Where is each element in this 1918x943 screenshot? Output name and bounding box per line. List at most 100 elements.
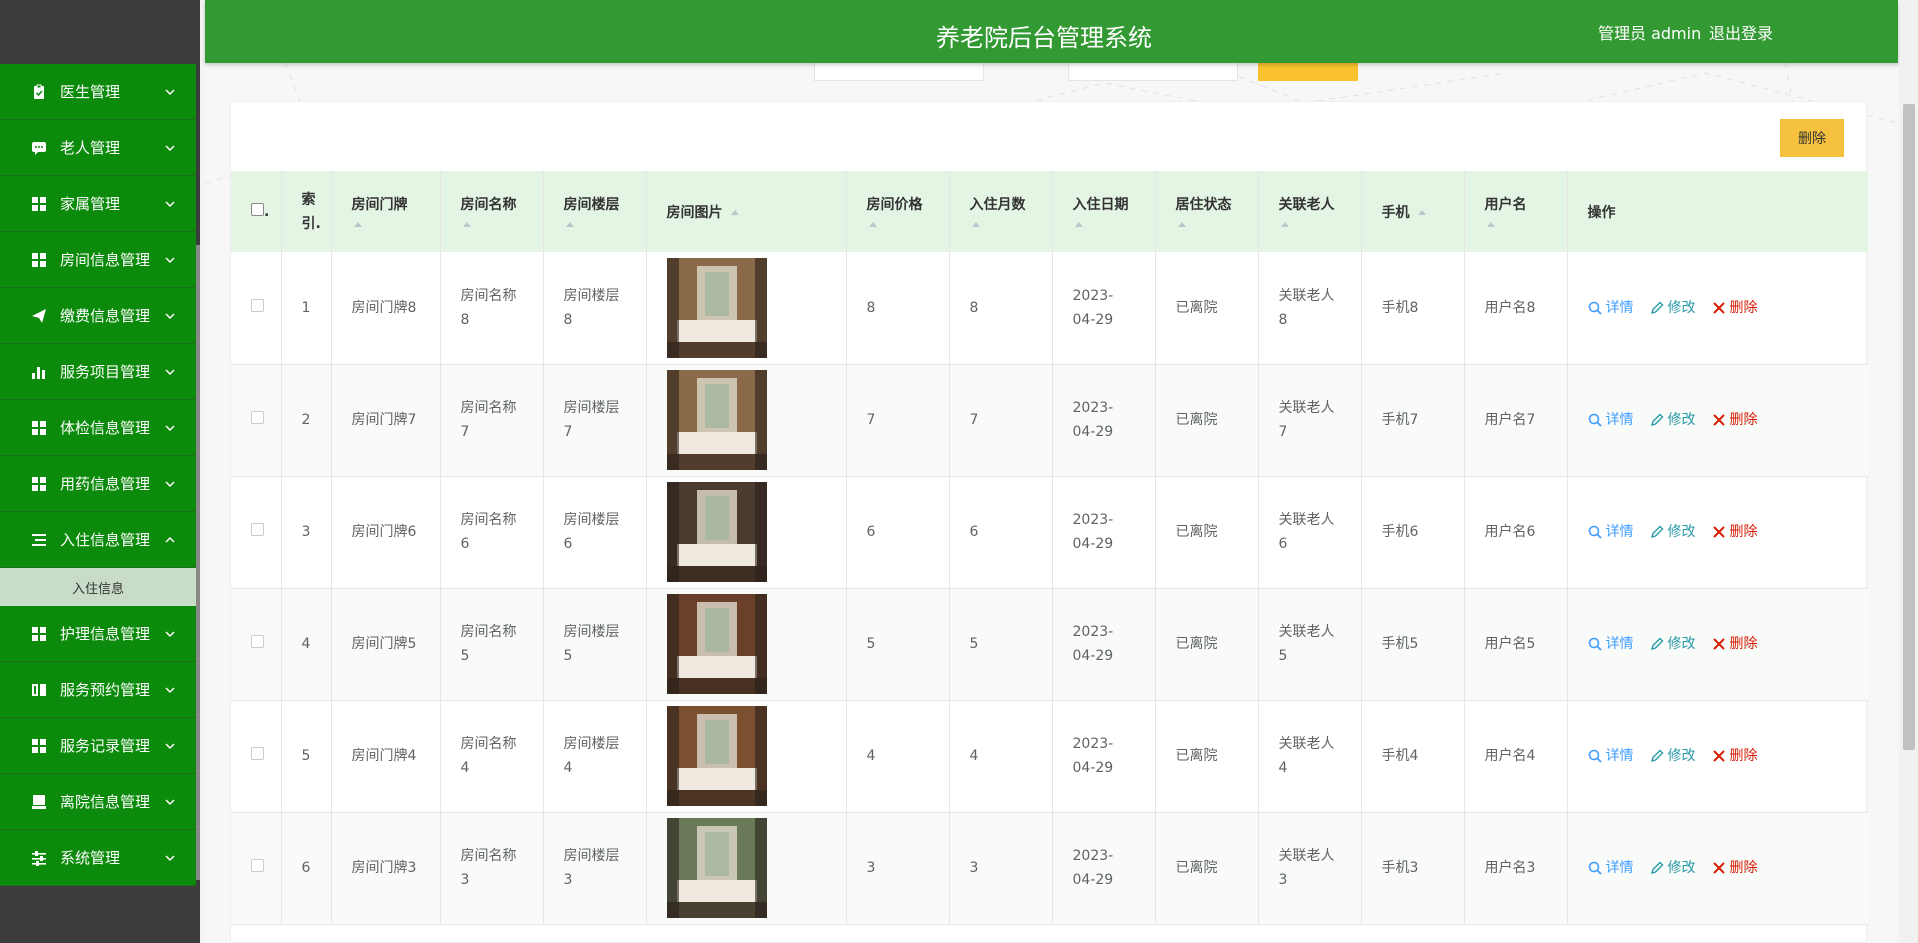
row-checkbox[interactable]: [251, 747, 264, 760]
months-cell: 4: [949, 700, 1053, 813]
room-photo[interactable]: [666, 257, 767, 358]
months-cell: 8: [949, 252, 1053, 365]
sidebar-item[interactable]: 护理信息管理: [0, 606, 196, 662]
header-price[interactable]: 房间价格: [846, 171, 950, 252]
sidebar-item[interactable]: 老人管理: [0, 120, 196, 176]
detail-button[interactable]: 详情: [1588, 632, 1634, 656]
sidebar-item[interactable]: 房间信息管理: [0, 232, 196, 288]
room-photo[interactable]: [666, 594, 767, 694]
sort-icon[interactable]: [970, 220, 982, 230]
select-cell[interactable]: [231, 700, 282, 813]
row-checkbox[interactable]: [251, 523, 264, 536]
table-row[interactable]: 1 房间门牌8 房间名称8 房间楼层8 8 8 2023-04-29 已离院 关联老人8 手机8 用…: [231, 252, 1868, 365]
sidebar-item[interactable]: 体检信息管理: [0, 400, 196, 456]
chevron-down-icon: [165, 200, 175, 207]
delete-button[interactable]: 删除: [1712, 296, 1758, 320]
username-cell: 用户名4: [1464, 700, 1568, 813]
room-photo[interactable]: [666, 706, 767, 806]
sidebar-item[interactable]: 系统管理: [0, 830, 196, 886]
sort-icon[interactable]: [1416, 208, 1428, 218]
sort-icon[interactable]: [461, 220, 473, 230]
sort-icon[interactable]: [867, 220, 879, 230]
detail-button[interactable]: 详情: [1588, 856, 1634, 880]
delete-label: 删除: [1729, 748, 1758, 764]
table-row[interactable]: 6 房间门牌3 房间名称3 房间楼层3 3 3 2023-04-29 已离院 关联老人3 手机3 用…: [231, 812, 1868, 925]
edit-button[interactable]: 修改: [1650, 744, 1696, 768]
batch-delete-button[interactable]: 删除: [1780, 119, 1844, 157]
header-phone[interactable]: 手机: [1361, 171, 1465, 252]
header-floor[interactable]: 房间楼层: [543, 171, 647, 252]
sort-icon[interactable]: [1279, 220, 1291, 230]
row-checkbox[interactable]: [251, 859, 264, 872]
search-input-1[interactable]: [814, 63, 984, 81]
page-scrollbar-thumb[interactable]: [1903, 104, 1915, 750]
header-status[interactable]: 居住状态: [1155, 171, 1259, 252]
header-username[interactable]: 用户名: [1464, 171, 1568, 252]
row-checkbox[interactable]: [251, 411, 264, 424]
edit-button[interactable]: 修改: [1650, 408, 1696, 432]
grid-icon: [31, 196, 47, 212]
close-icon: [1712, 638, 1725, 650]
grid-icon: [31, 738, 47, 754]
sidebar-item[interactable]: 离院信息管理: [0, 774, 196, 830]
detail-button[interactable]: 详情: [1588, 296, 1634, 320]
submenu-item[interactable]: 入住信息: [0, 568, 196, 606]
delete-button[interactable]: 删除: [1712, 520, 1758, 544]
select-cell[interactable]: [231, 812, 282, 925]
select-cell[interactable]: [231, 588, 282, 701]
room-photo[interactable]: [666, 370, 767, 470]
sort-icon[interactable]: [729, 208, 741, 218]
sidebar-item[interactable]: 服务记录管理: [0, 718, 196, 774]
edit-button[interactable]: 修改: [1650, 856, 1696, 880]
sidebar-item[interactable]: 服务项目管理: [0, 344, 196, 400]
delete-button[interactable]: 删除: [1712, 632, 1758, 656]
sidebar-item[interactable]: 服务预约管理: [0, 662, 196, 718]
detail-label: 详情: [1605, 636, 1634, 652]
header-months[interactable]: 入住月数: [949, 171, 1053, 252]
sidebar-item[interactable]: 缴费信息管理: [0, 288, 196, 344]
header-room-name[interactable]: 房间名称: [440, 171, 544, 252]
row-checkbox[interactable]: [251, 635, 264, 648]
logout-link[interactable]: 退出登录: [1709, 20, 1773, 44]
table-row[interactable]: 4 房间门牌5 房间名称5 房间楼层5 5 5 2023-04-29 已离院 关联老人5 手机5 用…: [231, 588, 1868, 701]
table-row[interactable]: 3 房间门牌6 房间名称6 房间楼层6 6 6 2023-04-29 已离院 关联老人6 手机6 用…: [231, 476, 1868, 589]
header-elder[interactable]: 关联老人: [1258, 171, 1362, 252]
header-room-no[interactable]: 房间门牌: [331, 171, 441, 252]
sidebar-scrollbar[interactable]: [196, 245, 200, 880]
header-select[interactable]: .: [231, 171, 282, 252]
delete-button[interactable]: 删除: [1712, 856, 1758, 880]
sort-icon[interactable]: [1485, 220, 1497, 230]
search-button[interactable]: [1258, 63, 1358, 81]
detail-button[interactable]: 详情: [1588, 520, 1634, 544]
table-row[interactable]: 2 房间门牌7 房间名称7 房间楼层7 7 7 2023-04-29 已离院 关联老人7 手机7 用…: [231, 364, 1868, 477]
search-input-2[interactable]: [1068, 63, 1238, 81]
sidebar-item[interactable]: 家属管理: [0, 176, 196, 232]
detail-button[interactable]: 详情: [1588, 408, 1634, 432]
sidebar-item[interactable]: 入住信息管理: [0, 512, 196, 568]
sort-icon[interactable]: [1073, 220, 1085, 230]
chevron-down-icon: [165, 854, 175, 861]
select-cell[interactable]: [231, 252, 282, 365]
header-date[interactable]: 入住日期: [1052, 171, 1156, 252]
header: 养老院后台管理系统 管理员 admin 退出登录: [205, 0, 1898, 63]
room-photo[interactable]: [666, 818, 767, 918]
edit-button[interactable]: 修改: [1650, 632, 1696, 656]
room-photo[interactable]: [666, 482, 767, 582]
sort-icon[interactable]: [352, 220, 364, 230]
edit-button[interactable]: 修改: [1650, 296, 1696, 320]
delete-button[interactable]: 删除: [1712, 744, 1758, 768]
select-all-checkbox[interactable]: [251, 203, 264, 216]
delete-button[interactable]: 删除: [1712, 408, 1758, 432]
detail-button[interactable]: 详情: [1588, 744, 1634, 768]
table-row[interactable]: 5 房间门牌4 房间名称4 房间楼层4 4 4 2023-04-29 已离院 关联老人4 手机4 用…: [231, 700, 1868, 813]
sidebar-item[interactable]: 医生管理: [0, 64, 196, 120]
sidebar-item[interactable]: 用药信息管理: [0, 456, 196, 512]
header-photo[interactable]: 房间图片: [646, 171, 847, 252]
sort-icon[interactable]: [1176, 220, 1188, 230]
chevron-up-icon: [165, 536, 175, 543]
edit-button[interactable]: 修改: [1650, 520, 1696, 544]
row-checkbox[interactable]: [251, 298, 264, 312]
select-cell[interactable]: [231, 364, 282, 477]
select-cell[interactable]: [231, 476, 282, 589]
sort-icon[interactable]: [564, 220, 576, 230]
